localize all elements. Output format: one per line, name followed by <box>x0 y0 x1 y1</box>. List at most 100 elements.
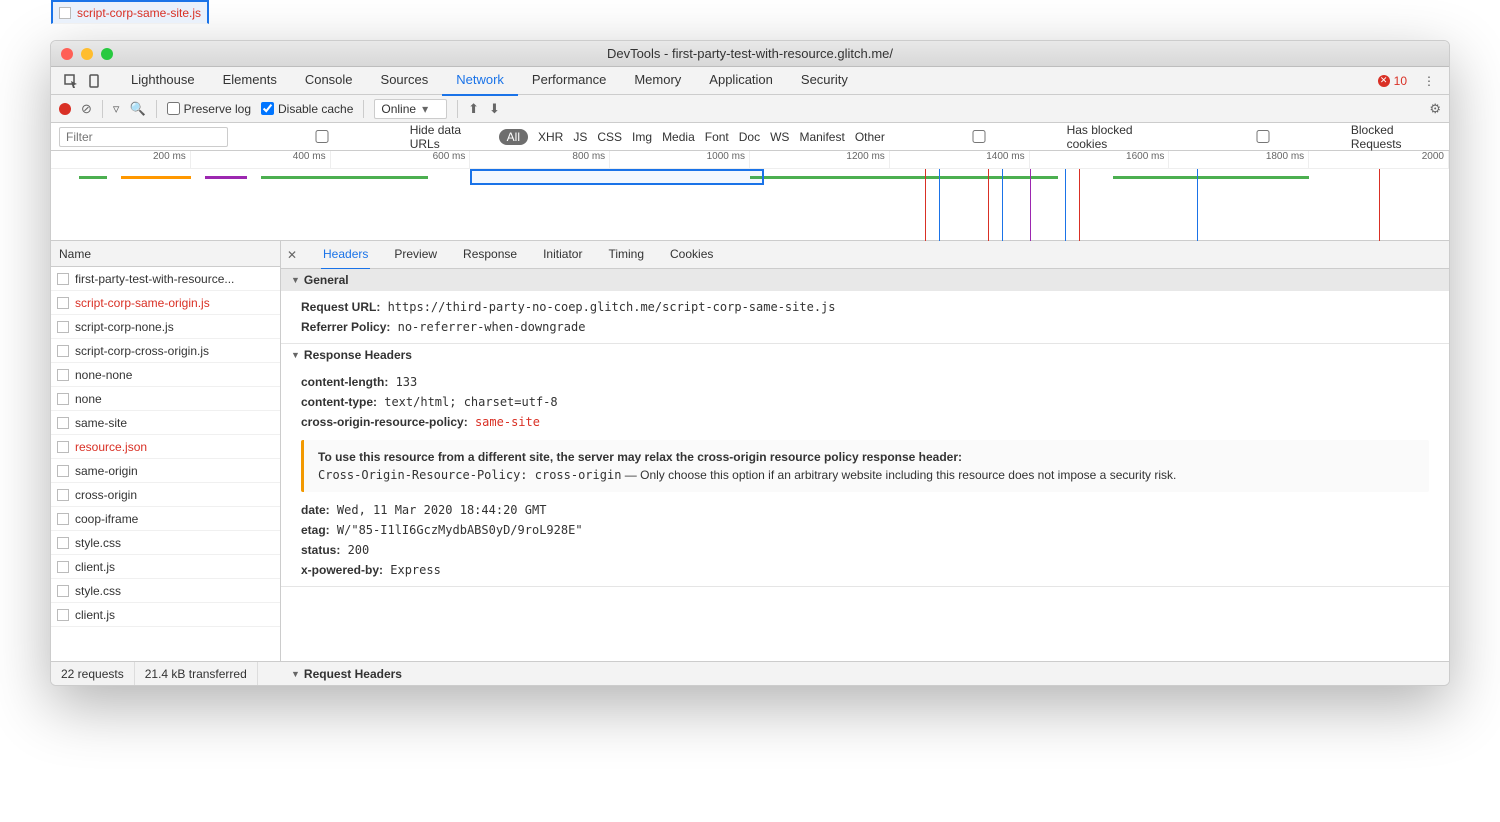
ruler-tick: 1400 ms <box>890 151 1030 168</box>
filter-icon[interactable]: ▿ <box>113 101 120 117</box>
request-row[interactable]: style.css <box>51 579 280 603</box>
request-row[interactable]: script-corp-same-origin.js <box>51 291 280 315</box>
tab-sources[interactable]: Sources <box>367 66 443 96</box>
tab-memory[interactable]: Memory <box>620 66 695 96</box>
file-icon <box>57 585 69 597</box>
filter-pill-css[interactable]: CSS <box>597 130 622 144</box>
request-row[interactable]: cross-origin <box>51 483 280 507</box>
inspect-icon[interactable] <box>59 74 83 88</box>
filter-pill-font[interactable]: Font <box>705 130 729 144</box>
detail-tab-cookies[interactable]: Cookies <box>668 241 715 270</box>
request-url-row: Request URL: https://third-party-no-coep… <box>301 297 1429 317</box>
request-name: style.css <box>75 584 121 598</box>
hide-data-urls-checkbox[interactable]: Hide data URLs <box>238 123 489 151</box>
request-name: none <box>75 392 102 406</box>
main-content: Name first-party-test-with-resource...sc… <box>51 241 1449 661</box>
gear-icon[interactable]: ⚙ <box>1429 101 1441 117</box>
referrer-policy-row: Referrer Policy: no-referrer-when-downgr… <box>301 317 1429 337</box>
request-row[interactable]: resource.json <box>51 435 280 459</box>
filter-bar: Hide data URLs All XHR JS CSS Img Media Font Do… <box>51 123 1449 151</box>
response-headers-section-header[interactable]: ▼Response Headers <box>281 344 1449 366</box>
ruler-tick: 1200 ms <box>750 151 890 168</box>
request-name: coop-iframe <box>75 512 138 526</box>
clear-icon[interactable]: ⊘ <box>81 101 92 117</box>
request-row[interactable]: first-party-test-with-resource... <box>51 267 280 291</box>
filter-pill-media[interactable]: Media <box>662 130 695 144</box>
filter-pill-xhr[interactable]: XHR <box>538 130 563 144</box>
tab-network[interactable]: Network <box>442 66 518 96</box>
file-icon <box>57 393 69 405</box>
x-powered-by-row: x-powered-by: Express <box>301 560 1429 580</box>
request-row[interactable]: same-origin <box>51 459 280 483</box>
record-button[interactable] <box>59 103 71 115</box>
upload-icon[interactable]: ⬆ <box>468 101 479 117</box>
devtools-window: DevTools - first-party-test-with-resourc… <box>50 40 1450 686</box>
request-name: cross-origin <box>75 488 137 502</box>
device-icon[interactable] <box>83 74 107 88</box>
content-type-row: content-type: text/html; charset=utf-8 <box>301 392 1429 412</box>
filter-pill-all[interactable]: All <box>499 129 528 145</box>
tab-lighthouse[interactable]: Lighthouse <box>117 66 209 96</box>
request-name: same-origin <box>75 464 138 478</box>
callout-body: Cross-Origin-Resource-Policy: cross-orig… <box>318 468 1415 482</box>
general-section-header[interactable]: ▼General <box>281 269 1449 291</box>
detail-tab-preview[interactable]: Preview <box>392 241 439 270</box>
file-icon <box>57 345 69 357</box>
request-row[interactable]: script-corp-none.js <box>51 315 280 339</box>
filter-input[interactable] <box>59 127 228 147</box>
request-row[interactable]: script-corp-cross-origin.js <box>51 339 280 363</box>
tab-security[interactable]: Security <box>787 66 862 96</box>
filter-pill-other[interactable]: Other <box>855 130 885 144</box>
request-row[interactable]: none <box>51 387 280 411</box>
request-row[interactable]: same-site <box>51 411 280 435</box>
error-badge[interactable]: ✕ 10 <box>1378 74 1407 88</box>
date-row: date: Wed, 11 Mar 2020 18:44:20 GMT <box>301 500 1429 520</box>
callout-title: To use this resource from a different si… <box>318 450 1415 464</box>
detail-tab-timing[interactable]: Timing <box>606 241 646 270</box>
tab-console[interactable]: Console <box>291 66 367 96</box>
etag-row: etag: W/"85-I1lI6GczMydbABS0yD/9roL928E" <box>301 520 1429 540</box>
request-row[interactable]: style.css <box>51 531 280 555</box>
request-name: script-corp-none.js <box>75 320 174 334</box>
ruler-tick: 400 ms <box>191 151 331 168</box>
name-column-header[interactable]: Name <box>51 241 280 267</box>
tab-application[interactable]: Application <box>695 66 787 96</box>
close-detail-icon[interactable]: ✕ <box>287 248 303 262</box>
request-row[interactable]: coop-iframe <box>51 507 280 531</box>
detail-tab-initiator[interactable]: Initiator <box>541 241 584 270</box>
filter-pill-doc[interactable]: Doc <box>739 130 760 144</box>
request-row[interactable]: client.js <box>51 603 280 627</box>
request-name: same-site <box>75 416 127 430</box>
detail-tab-headers[interactable]: Headers <box>321 241 370 270</box>
ruler-tick: 200 ms <box>51 151 191 168</box>
request-name: script-corp-cross-origin.js <box>75 344 209 358</box>
file-icon <box>57 369 69 381</box>
search-icon[interactable]: 🔍 <box>129 101 145 117</box>
filter-pill-img[interactable]: Img <box>632 130 652 144</box>
timeline-overview[interactable]: 200 ms400 ms600 ms800 ms1000 ms1200 ms14… <box>51 151 1449 241</box>
has-blocked-cookies-checkbox[interactable]: Has blocked cookies <box>895 123 1169 151</box>
request-detail: ✕ Headers Preview Response Initiator Timing C… <box>281 241 1449 661</box>
request-name: client.js <box>75 608 115 622</box>
request-name: none-none <box>75 368 132 382</box>
detail-tabs: ✕ Headers Preview Response Initiator Timing C… <box>281 241 1449 269</box>
tab-elements[interactable]: Elements <box>209 66 291 96</box>
request-headers-section-header[interactable]: ▼Request Headers <box>281 663 1449 685</box>
kebab-icon[interactable]: ⋮ <box>1417 74 1441 88</box>
request-list: Name first-party-test-with-resource...sc… <box>51 241 281 661</box>
filter-pill-js[interactable]: JS <box>573 130 587 144</box>
tab-performance[interactable]: Performance <box>518 66 620 96</box>
detail-tab-response[interactable]: Response <box>461 241 519 270</box>
request-row[interactable]: none-none <box>51 363 280 387</box>
preserve-log-checkbox[interactable]: Preserve log <box>167 102 251 116</box>
ruler-tick: 600 ms <box>331 151 471 168</box>
request-row[interactable]: client.js <box>51 555 280 579</box>
filter-pill-manifest[interactable]: Manifest <box>799 130 844 144</box>
blocked-requests-checkbox[interactable]: Blocked Requests <box>1179 123 1441 151</box>
download-icon[interactable]: ⬇ <box>489 101 500 117</box>
file-icon <box>57 561 69 573</box>
throttling-select[interactable]: Online <box>374 99 447 119</box>
disable-cache-checkbox[interactable]: Disable cache <box>261 102 353 116</box>
filter-pill-ws[interactable]: WS <box>770 130 789 144</box>
file-icon <box>57 417 69 429</box>
